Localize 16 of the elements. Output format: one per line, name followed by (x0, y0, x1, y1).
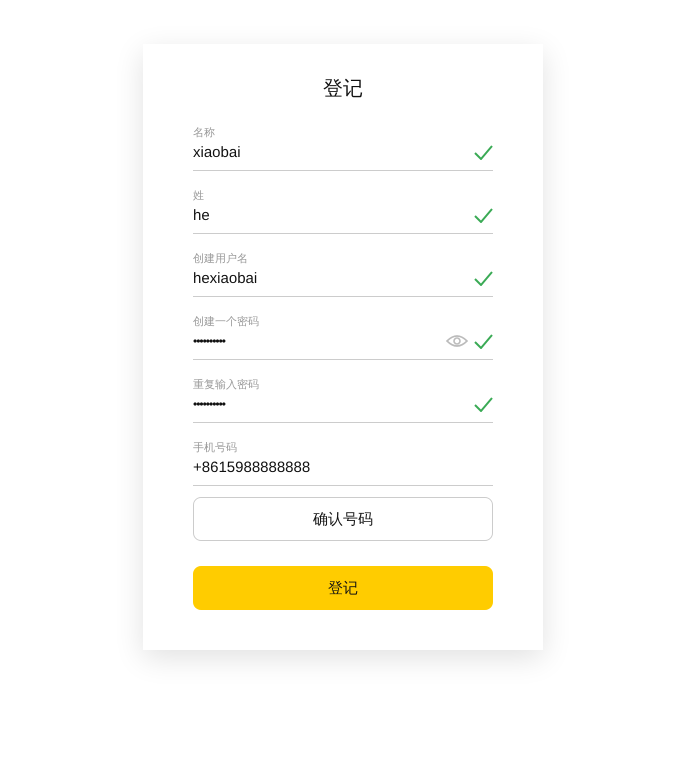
field-label: 手机号码 (193, 441, 238, 455)
field-label: 创建一个密码 (193, 315, 260, 329)
form-title: 登记 (322, 76, 364, 100)
eye-icon[interactable] (446, 334, 468, 348)
field-label: 姓 (193, 189, 205, 203)
password-field[interactable]: •••••••••• (193, 392, 468, 416)
field-label: 重复输入密码 (193, 378, 260, 392)
input-field[interactable]: +8615988888888 (193, 455, 493, 479)
confirm-button[interactable]: 确认号码 (193, 497, 493, 541)
input-field[interactable]: hexiaobai (193, 266, 468, 290)
password-field[interactable]: •••••••••• (193, 329, 440, 353)
submit-button[interactable]: 登记 (193, 566, 493, 610)
input-field[interactable]: he (193, 203, 468, 227)
field-label: 创建用户名 (193, 252, 249, 266)
input-field[interactable]: xiaobai (193, 140, 468, 164)
field-label: 名称 (193, 126, 216, 140)
